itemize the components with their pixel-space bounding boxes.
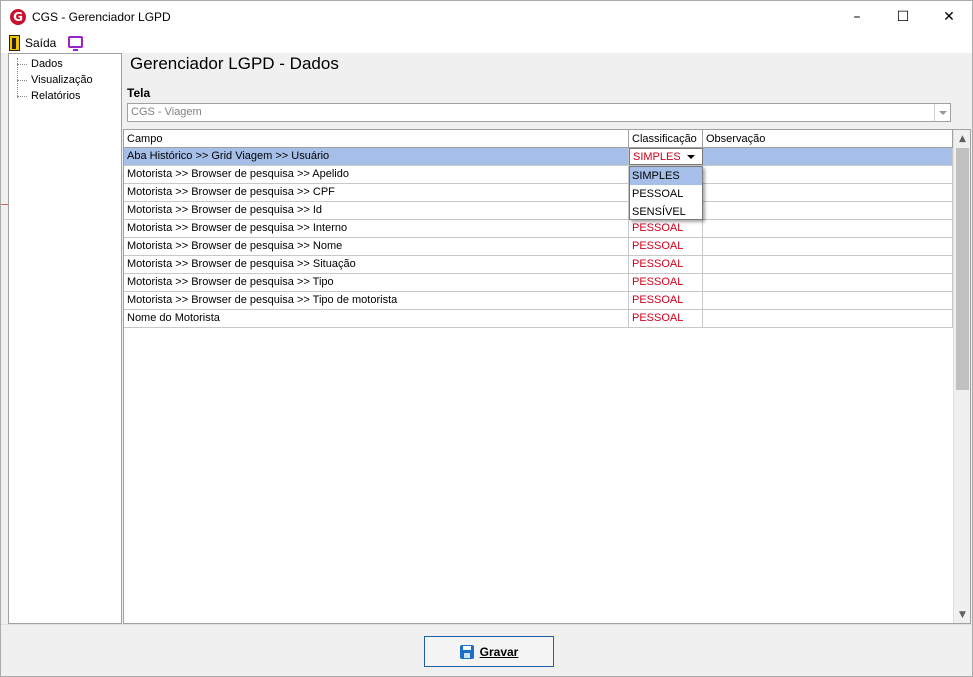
table-row[interactable]: Motorista >> Browser de pesquisa >> Situ… bbox=[124, 256, 953, 274]
classification-editor-value: SIMPLES bbox=[633, 151, 681, 163]
cell-observacao[interactable] bbox=[703, 310, 953, 327]
scrollbar-thumb[interactable] bbox=[956, 148, 969, 390]
grid-header: Campo Classificação Observação bbox=[124, 130, 953, 148]
app-logo-icon: G bbox=[10, 9, 26, 25]
tree-item-label: Relatórios bbox=[31, 90, 81, 102]
cell-campo[interactable]: Motorista >> Browser de pesquisa >> CPF bbox=[124, 184, 629, 201]
cell-classificacao[interactable]: PESSOAL bbox=[629, 220, 703, 237]
tree-item-visualizacao[interactable]: Visualização bbox=[17, 72, 93, 88]
cell-observacao[interactable] bbox=[703, 166, 953, 183]
cell-observacao[interactable] bbox=[703, 148, 953, 165]
cell-observacao[interactable] bbox=[703, 292, 953, 309]
table-row[interactable]: Motorista >> Browser de pesquisa >> Nome… bbox=[124, 238, 953, 256]
tela-select[interactable]: CGS - Viagem bbox=[127, 103, 951, 122]
cell-campo[interactable]: Nome do Motorista bbox=[124, 310, 629, 327]
navigation-tree: Dados Visualização Relatórios bbox=[8, 53, 122, 624]
cell-classificacao[interactable]: PESSOAL bbox=[629, 256, 703, 273]
scroll-down-icon[interactable]: ▼ bbox=[954, 606, 970, 623]
table-row[interactable]: Motorista >> Browser de pesquisa >> Tipo… bbox=[124, 292, 953, 310]
tela-label: Tela bbox=[127, 86, 151, 100]
table-row[interactable]: Aba Histórico >> Grid Viagem >> Usuário … bbox=[124, 148, 953, 166]
floppy-disk-icon bbox=[459, 644, 474, 659]
content-panel: Gerenciador LGPD - Dados Tela CGS - Viag… bbox=[122, 53, 972, 624]
cell-campo[interactable]: Motorista >> Browser de pesquisa >> Nome bbox=[124, 238, 629, 255]
column-header-campo[interactable]: Campo bbox=[124, 130, 629, 148]
tela-select-value: CGS - Viagem bbox=[131, 106, 202, 118]
classification-dropdown-list: SIMPLES PESSOAL SENSÍVEL bbox=[629, 166, 703, 220]
table-row[interactable]: Motorista >> Browser de pesquisa >> Id bbox=[124, 202, 953, 220]
exit-menu-item[interactable]: Saída bbox=[25, 36, 56, 50]
dropdown-option-simples[interactable]: SIMPLES bbox=[630, 167, 702, 185]
footer-bar: Gravar bbox=[1, 624, 972, 676]
page-title: Gerenciador LGPD - Dados bbox=[130, 54, 339, 73]
cell-campo[interactable]: Motorista >> Browser de pesquisa >> Apel… bbox=[124, 166, 629, 183]
chevron-down-icon bbox=[687, 154, 695, 159]
cell-campo[interactable]: Motorista >> Browser de pesquisa >> Tipo bbox=[124, 274, 629, 291]
cell-observacao[interactable] bbox=[703, 274, 953, 291]
menu-bar: Saída bbox=[1, 33, 972, 53]
tree-item-label: Visualização bbox=[31, 74, 93, 86]
window-controls: – ☐ ✕ bbox=[834, 1, 972, 33]
minimize-button[interactable]: – bbox=[834, 1, 880, 33]
close-button[interactable]: ✕ bbox=[926, 1, 972, 33]
cell-campo[interactable]: Aba Histórico >> Grid Viagem >> Usuário bbox=[124, 148, 629, 165]
monitor-icon[interactable] bbox=[68, 36, 84, 51]
table-row[interactable]: Nome do Motorista PESSOAL bbox=[124, 310, 953, 328]
dropdown-option-sensivel[interactable]: SENSÍVEL bbox=[630, 203, 702, 221]
column-header-classificacao[interactable]: Classificação bbox=[629, 130, 703, 148]
tree-item-dados[interactable]: Dados bbox=[17, 56, 63, 72]
cell-observacao[interactable] bbox=[703, 256, 953, 273]
cell-classificacao[interactable]: PESSOAL bbox=[629, 238, 703, 255]
cell-campo[interactable]: Motorista >> Browser de pesquisa >> Id bbox=[124, 202, 629, 219]
cell-campo[interactable]: Motorista >> Browser de pesquisa >> Tipo… bbox=[124, 292, 629, 309]
table-row[interactable]: Motorista >> Browser de pesquisa >> Apel… bbox=[124, 166, 953, 184]
tela-select-arrow[interactable] bbox=[934, 104, 950, 121]
grid-body: Aba Histórico >> Grid Viagem >> Usuário … bbox=[124, 148, 953, 328]
cell-observacao[interactable] bbox=[703, 220, 953, 237]
classification-editor[interactable]: SIMPLES bbox=[629, 148, 703, 165]
maximize-button[interactable]: ☐ bbox=[880, 1, 926, 33]
tree-item-relatorios[interactable]: Relatórios bbox=[17, 88, 81, 104]
cell-observacao[interactable] bbox=[703, 238, 953, 255]
save-button[interactable]: Gravar bbox=[424, 636, 554, 667]
exit-door-icon[interactable] bbox=[9, 35, 20, 51]
table-row[interactable]: Motorista >> Browser de pesquisa >> Tipo… bbox=[124, 274, 953, 292]
scroll-up-icon[interactable]: ▲ bbox=[954, 130, 970, 147]
window-title: CGS - Gerenciador LGPD bbox=[32, 10, 171, 24]
tree-item-label: Dados bbox=[31, 58, 63, 70]
save-button-label: Gravar bbox=[479, 644, 519, 659]
edge-marker bbox=[1, 204, 8, 205]
table-row[interactable]: Motorista >> Browser de pesquisa >> CPF bbox=[124, 184, 953, 202]
fields-grid: Campo Classificação Observação Aba Histó… bbox=[123, 129, 971, 624]
chevron-down-icon bbox=[938, 110, 947, 115]
vertical-scrollbar[interactable]: ▲ ▼ bbox=[953, 130, 970, 623]
cell-observacao[interactable] bbox=[703, 184, 953, 201]
cell-campo[interactable]: Motorista >> Browser de pesquisa >> Situ… bbox=[124, 256, 629, 273]
cell-classificacao[interactable]: PESSOAL bbox=[629, 292, 703, 309]
cell-classificacao[interactable]: PESSOAL bbox=[629, 274, 703, 291]
cell-campo[interactable]: Motorista >> Browser de pesquisa >> Inte… bbox=[124, 220, 629, 237]
title-bar: G CGS - Gerenciador LGPD – ☐ ✕ bbox=[1, 1, 972, 33]
cell-classificacao[interactable]: PESSOAL bbox=[629, 310, 703, 327]
column-header-observacao[interactable]: Observação bbox=[703, 130, 953, 148]
app-window: G CGS - Gerenciador LGPD – ☐ ✕ Saída Dad… bbox=[0, 0, 973, 677]
dropdown-option-pessoal[interactable]: PESSOAL bbox=[630, 185, 702, 203]
classification-dropdown-button[interactable] bbox=[680, 149, 702, 164]
cell-observacao[interactable] bbox=[703, 202, 953, 219]
table-row[interactable]: Motorista >> Browser de pesquisa >> Inte… bbox=[124, 220, 953, 238]
